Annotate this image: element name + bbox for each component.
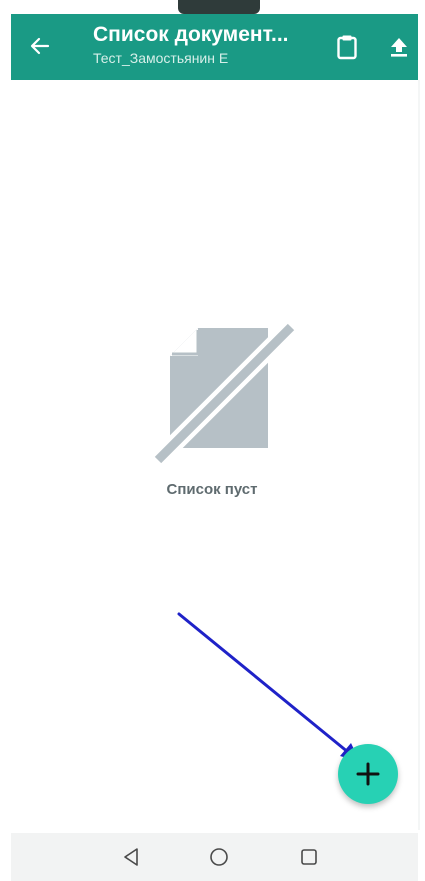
clipboard-button[interactable] bbox=[333, 32, 361, 62]
clipboard-icon bbox=[337, 35, 357, 60]
nav-back-icon bbox=[124, 848, 138, 866]
app-bar: Список документ... Тест_Замостьянин Е bbox=[11, 14, 418, 80]
nav-recents-icon bbox=[301, 849, 317, 865]
system-nav-bar bbox=[11, 833, 418, 881]
empty-list-text: Список пуст bbox=[166, 481, 258, 498]
nav-home-icon bbox=[210, 848, 228, 866]
screen: Список документ... Тест_Замостьянин Е Сп… bbox=[0, 0, 425, 881]
scroll-edge bbox=[418, 80, 420, 830]
page-title: Список документ... bbox=[93, 23, 289, 46]
nav-back-button[interactable] bbox=[119, 845, 143, 869]
add-button[interactable] bbox=[338, 744, 398, 804]
nav-home-button[interactable] bbox=[207, 845, 231, 869]
plus-icon bbox=[356, 762, 380, 786]
back-arrow-icon bbox=[30, 37, 50, 55]
nav-recents-button[interactable] bbox=[297, 845, 321, 869]
upload-icon bbox=[391, 38, 407, 57]
page-subtitle: Тест_Замостьянин Е bbox=[93, 50, 229, 66]
status-bar-notch bbox=[178, 0, 260, 14]
upload-button[interactable] bbox=[386, 32, 412, 62]
no-document-icon bbox=[151, 320, 298, 467]
back-button[interactable] bbox=[25, 29, 55, 63]
app-bar-titles: Список документ... Тест_Замостьянин Е bbox=[93, 21, 313, 67]
annotation-arrow bbox=[177, 612, 360, 762]
